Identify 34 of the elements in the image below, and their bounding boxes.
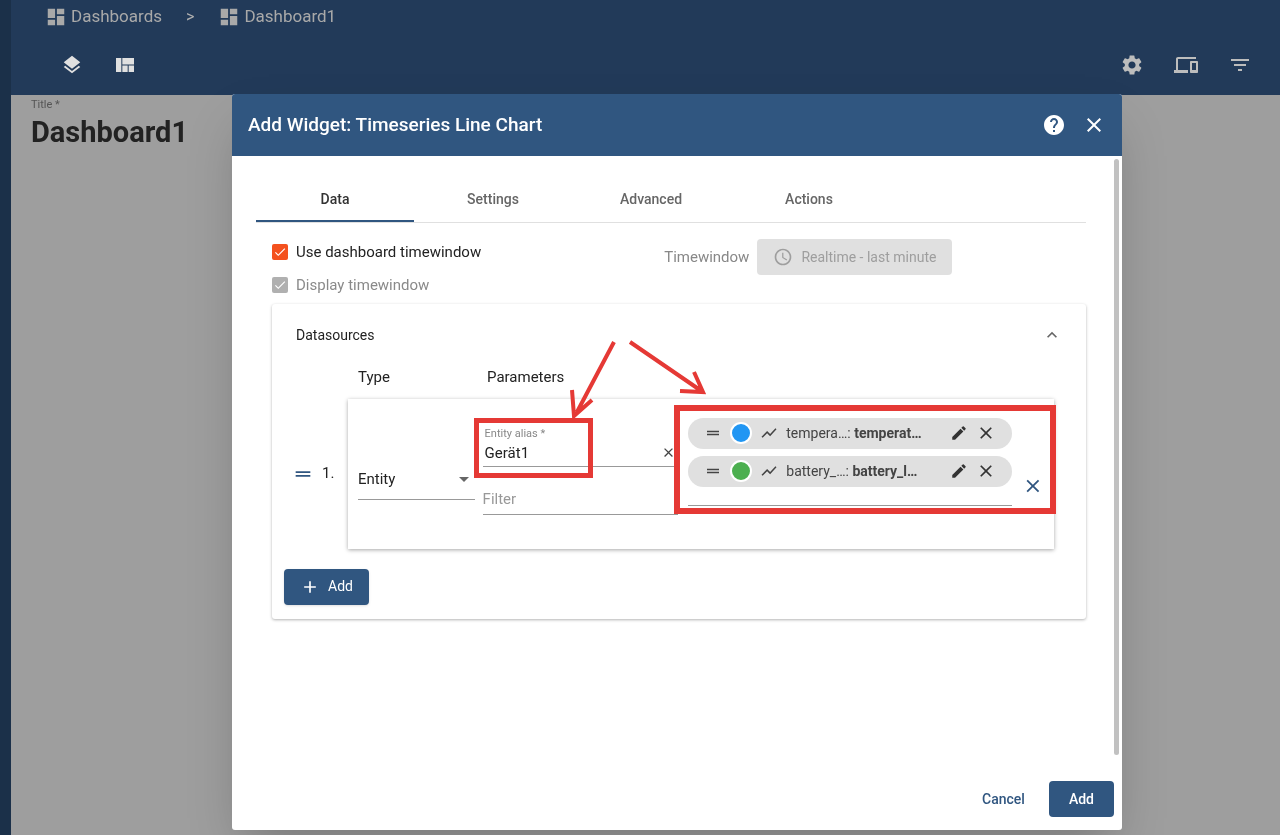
breadcrumb-link[interactable]: Dashboard1 <box>218 4 337 30</box>
breadcrumb-link[interactable]: Dashboards <box>45 4 162 30</box>
data-key-label: battery_…: battery_l… <box>786 461 919 481</box>
filter-field[interactable]: Filter <box>482 484 679 515</box>
dialog-title: Add Widget: Timeseries Line Chart <box>248 111 543 138</box>
dashboard-icon <box>45 6 67 28</box>
column-header: Type <box>358 367 391 388</box>
clock-icon <box>773 247 794 267</box>
add-datasource-button[interactable]: Add <box>284 568 369 605</box>
data-key-label: tempera…: temperat… <box>786 423 923 443</box>
tab[interactable]: Settings <box>414 178 572 222</box>
edit-icon[interactable] <box>950 424 969 442</box>
type-select[interactable]: Entity <box>358 459 475 500</box>
datasources-title: Datasources <box>296 325 375 345</box>
checkbox[interactable]: Use dashboard timewindow <box>272 241 482 264</box>
tab[interactable]: Actions <box>730 178 888 222</box>
entity-alias-field[interactable]: Entity alias * Gerät1 <box>482 416 679 467</box>
data-key-chip[interactable]: battery_…: battery_l… <box>688 455 1013 487</box>
layers-icon[interactable] <box>61 53 83 76</box>
dropdown-arrow-icon <box>458 476 469 482</box>
tab[interactable]: Data <box>256 178 414 222</box>
row-number: 1. <box>322 463 336 485</box>
cancel-button[interactable]: Cancel <box>982 788 1025 810</box>
add-button[interactable]: Add <box>1048 781 1114 817</box>
edit-icon[interactable] <box>950 462 969 480</box>
data-key-chip[interactable]: tempera…: temperat… <box>688 417 1013 449</box>
title-label: Title * <box>31 97 60 113</box>
tab[interactable]: Advanced <box>572 178 730 222</box>
help-icon[interactable] <box>1042 113 1066 137</box>
dashboard-title: Dashboard1 <box>31 113 189 150</box>
settings-icon[interactable] <box>1120 52 1144 77</box>
breadcrumb-separator: > <box>186 6 195 28</box>
column-header: Parameters <box>487 367 565 388</box>
timewindow-label: Timewindow <box>664 246 750 268</box>
